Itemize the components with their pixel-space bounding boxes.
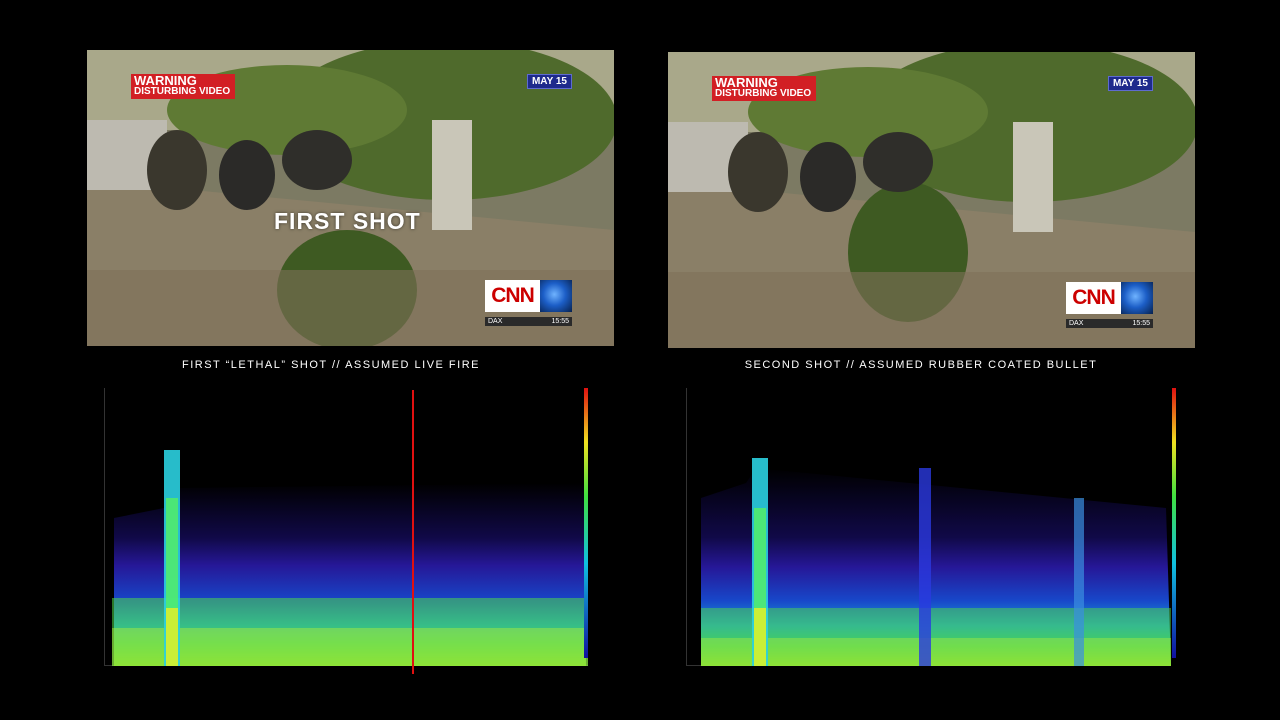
cnn-logo: CNN <box>485 280 572 312</box>
left-spectrogram-canvas <box>104 388 604 666</box>
ticker-bar: DAX 15:55 <box>1066 319 1153 328</box>
ticker-label: DAX <box>1069 320 1084 327</box>
globe-icon <box>540 280 572 312</box>
ticker-time: 15:55 <box>1132 320 1150 327</box>
left-caption: FIRST “LETHAL” SHOT // ASSUMED LIVE FIRE <box>182 359 480 371</box>
cnn-logo-text: CNN <box>1072 286 1115 309</box>
right-spectrogram[interactable] <box>686 388 1186 666</box>
ticker-label: DAX <box>488 318 503 325</box>
warning-subtitle: DISTURBING VIDEO <box>134 86 231 97</box>
date-badge: MAY 15 <box>526 74 572 89</box>
warning-title: WARNING <box>134 73 197 88</box>
cnn-logo: CNN <box>1066 282 1153 314</box>
warning-badge: WARNING DISTURBING VIDEO <box>712 75 817 101</box>
ticker-time: 15:55 <box>551 318 569 325</box>
right-video-frame[interactable]: WARNING DISTURBING VIDEO MAY 15 CNN DAX … <box>668 52 1195 348</box>
warning-badge: WARNING DISTURBING VIDEO <box>131 73 236 99</box>
right-spectrogram-canvas <box>686 388 1186 666</box>
globe-icon <box>1121 282 1153 314</box>
warning-subtitle: DISTURBING VIDEO <box>715 88 812 99</box>
date-badge: MAY 15 <box>1107 76 1153 91</box>
warning-title: WARNING <box>715 75 778 90</box>
left-video-frame[interactable]: WARNING DISTURBING VIDEO MAY 15 FIRST SH… <box>87 50 614 346</box>
cnn-logo-text: CNN <box>491 284 534 307</box>
playhead-cursor[interactable] <box>412 390 414 674</box>
first-shot-overlay: FIRST SHOT <box>274 208 421 234</box>
ticker-bar: DAX 15:55 <box>485 317 572 326</box>
right-caption: SECOND SHOT // ASSUMED RUBBER COATED BUL… <box>744 359 1098 371</box>
left-spectrogram[interactable] <box>104 388 604 674</box>
